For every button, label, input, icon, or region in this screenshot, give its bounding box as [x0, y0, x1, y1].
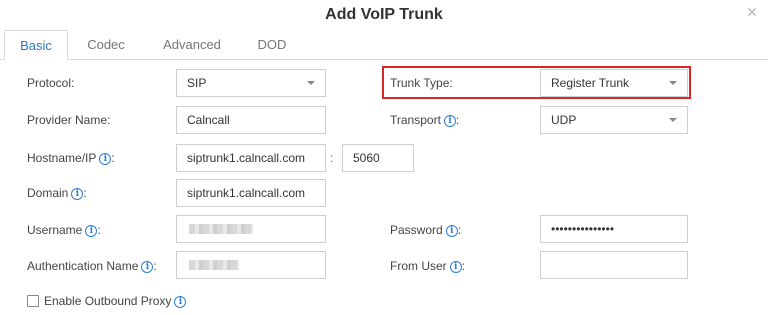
provider-name-input[interactable]: Calncall: [176, 106, 326, 134]
from-user-label-text: From User: [390, 259, 447, 273]
info-icon[interactable]: i: [99, 153, 112, 165]
transport-value: UDP: [551, 113, 577, 127]
add-voip-trunk-dialog: Add VoIP Trunk ✕ Basic Codec Advanced DO…: [0, 0, 768, 315]
username-label: Username i:: [27, 217, 101, 243]
info-icon[interactable]: i: [141, 261, 154, 273]
username-label-colon: :: [97, 223, 101, 237]
info-icon[interactable]: i: [449, 261, 462, 273]
info-icon[interactable]: i: [443, 115, 456, 127]
port-value: 5060: [353, 151, 380, 165]
hostname-label-text: Hostname/IP: [27, 151, 97, 165]
tab-bar: Basic Codec Advanced DOD: [0, 30, 768, 61]
outbound-proxy-label: Enable Outbound Proxy i: [44, 288, 187, 314]
protocol-select[interactable]: SIP: [176, 69, 326, 97]
chevron-down-icon: [669, 118, 677, 122]
protocol-label: Protocol:: [27, 76, 75, 90]
password-value: •••••••••••••••: [551, 222, 615, 236]
auth-name-label: Authentication Name i:: [27, 253, 157, 279]
hostname-input[interactable]: siptrunk1.calncall.com: [176, 144, 326, 172]
tab-advanced[interactable]: Advanced: [152, 30, 232, 60]
port-separator: :: [330, 151, 334, 165]
auth-name-label-colon: :: [153, 259, 157, 273]
protocol-value: SIP: [187, 76, 207, 90]
provider-name-value: Calncall: [187, 113, 230, 127]
blurred-username: [189, 224, 253, 234]
auth-name-label-text: Authentication Name: [27, 259, 139, 273]
from-user-input[interactable]: [540, 251, 688, 279]
transport-label-text: Transport: [390, 113, 441, 127]
port-input[interactable]: 5060: [342, 144, 414, 172]
from-user-label-colon: :: [461, 259, 466, 273]
tab-codec[interactable]: Codec: [74, 30, 138, 60]
outbound-proxy-label-text: Enable Outbound Proxy: [44, 294, 172, 308]
info-icon[interactable]: i: [174, 296, 187, 308]
transport-label-colon: :: [455, 113, 460, 127]
transport-select[interactable]: UDP: [540, 106, 688, 134]
chevron-down-icon: [307, 81, 315, 85]
domain-value: siptrunk1.calncall.com: [187, 186, 306, 200]
info-icon[interactable]: i: [71, 188, 84, 200]
domain-label-text: Domain: [27, 186, 69, 200]
password-label-text: Password: [390, 223, 443, 237]
hostname-label: Hostname/IP i:: [27, 145, 115, 171]
domain-label-colon: :: [83, 186, 87, 200]
domain-label: Domain i:: [27, 180, 87, 206]
chevron-down-icon: [669, 81, 677, 85]
dialog-title: Add VoIP Trunk: [325, 6, 443, 23]
password-label: Password i:: [390, 217, 461, 243]
info-icon[interactable]: i: [445, 225, 458, 237]
close-icon[interactable]: ✕: [744, 4, 760, 20]
domain-input[interactable]: siptrunk1.calncall.com: [176, 179, 326, 207]
username-label-text: Username: [27, 223, 83, 237]
password-input[interactable]: •••••••••••••••: [540, 215, 688, 243]
trunk-type-select[interactable]: Register Trunk: [540, 69, 688, 97]
auth-name-input[interactable]: [176, 251, 326, 279]
password-label-colon: :: [457, 223, 462, 237]
username-input[interactable]: [176, 215, 326, 243]
info-icon[interactable]: i: [85, 225, 98, 237]
outbound-proxy-checkbox[interactable]: [27, 295, 39, 307]
from-user-label: From User i:: [390, 253, 465, 279]
trunk-type-label: Trunk Type:: [390, 76, 453, 90]
transport-label: Transport i:: [390, 107, 459, 133]
hostname-value: siptrunk1.calncall.com: [187, 151, 306, 165]
blurred-auth-name: [189, 260, 239, 270]
hostname-label-colon: :: [111, 151, 115, 165]
tab-dod[interactable]: DOD: [246, 30, 298, 60]
tab-basic[interactable]: Basic: [4, 30, 68, 61]
provider-name-label: Provider Name:: [27, 113, 111, 127]
trunk-type-value: Register Trunk: [551, 76, 630, 90]
